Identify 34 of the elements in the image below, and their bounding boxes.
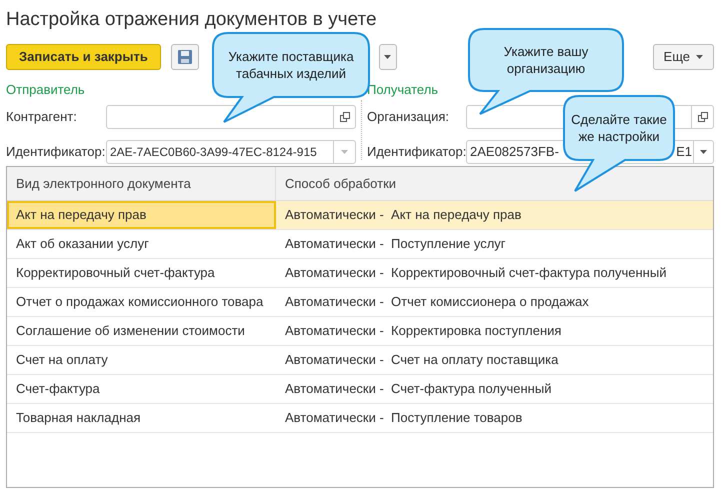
section-heading: Получатель: [367, 81, 440, 98]
table-cell: Акт на передачу прав: [7, 201, 276, 229]
table-cell-text: Товарная накладная: [15, 409, 142, 428]
table-cell-text: Акт об оказании услуг: [15, 235, 150, 254]
caret-icon: [384, 55, 392, 59]
table-cell-text: Автоматически - Корректировочный счет-фактура полученный: [284, 264, 668, 282]
table-cell-text: Счет на оплату: [15, 351, 109, 370]
field-label: Идентификатор:: [6, 143, 106, 162]
identifier-field[interactable]: 2AE-7AEC0B60-3A99-47EC-8124-915: [106, 140, 356, 164]
section-heading: Отправитель: [6, 81, 86, 98]
save-icon[interactable]: [170, 44, 199, 70]
table-cell-text: Автоматически - Поступление товаров: [284, 409, 524, 428]
table-cell-text: Отчет о продажах комиссионного товара: [15, 293, 264, 312]
table-cell-text: Автоматически - Отчет комиссионера о продажах: [284, 293, 590, 312]
callout-tooltip: Сделайте такие же настройки: [563, 95, 675, 193]
window-title: Настройка отражения документов в учете: [6, 8, 377, 32]
more-button[interactable]: Еще: [652, 44, 714, 70]
field-label: Организация:: [367, 108, 450, 126]
dropdown-button[interactable]: [378, 44, 397, 70]
field-label: Контрагент:: [6, 108, 78, 126]
field-label: Идентификатор:: [367, 143, 466, 162]
table-cell-text: Автоматически - Корректировка поступления: [284, 322, 562, 340]
save-and-close-button[interactable]: Записать и закрыть: [6, 44, 161, 70]
table-row[interactable]: Акт на передачу прав Автоматически - Акт на передачу прав: [7, 201, 713, 230]
caret-icon: [696, 55, 703, 59]
table-cell-text: Соглашение об изменении стоимости: [15, 322, 246, 340]
caret-icon[interactable]: [700, 150, 707, 154]
table-cell-text: Автоматически - Счет на оплату поставщика: [284, 351, 560, 370]
table-cell-text: Автоматически - Акт на передачу прав: [284, 206, 522, 224]
column-header[interactable]: Вид электронного документа: [7, 167, 276, 200]
table-cell-text: Автоматически - Поступление услуг: [284, 235, 507, 254]
table-cell-text: Автоматически - Счет-фактура полученный: [284, 380, 552, 398]
table-cell-text: Корректировочный счет-фактура: [15, 264, 216, 282]
table-cell-text: Счет-фактура: [15, 380, 101, 398]
